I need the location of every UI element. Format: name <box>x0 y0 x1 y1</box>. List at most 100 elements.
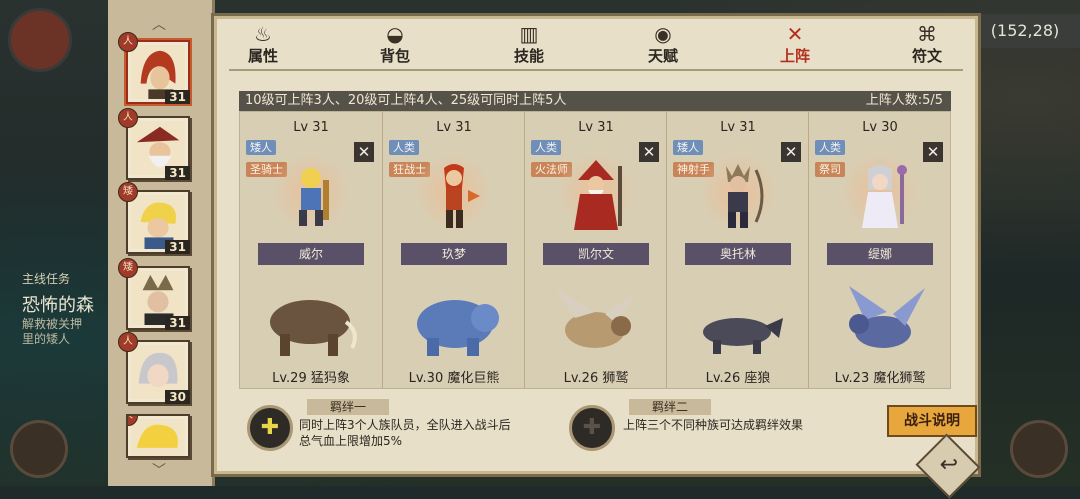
tab-lineup[interactable]: ✕ 上阵 <box>755 23 835 67</box>
hero-figure-paladin <box>299 168 329 226</box>
lineup-slot-2[interactable]: Lv 31 人类 狂战士 玖梦 Lv.30 魔化巨熊 <box>382 112 525 388</box>
slot-level: Lv 31 <box>436 120 472 135</box>
battle-info-button[interactable]: 战斗说明 <box>887 405 977 437</box>
hero-figure-fire-mage <box>574 160 622 230</box>
crossed-swords-icon: ✕ <box>786 22 804 46</box>
map-coordinates: (152,28) <box>970 14 1080 48</box>
race-badge-icon: 人 <box>118 108 138 128</box>
tab-label: 上阵 <box>779 47 810 65</box>
return-arrow-icon: ↩ <box>939 452 958 478</box>
bond-active-icon[interactable]: ✚ <box>247 405 293 451</box>
hero-level: 31 <box>165 166 190 180</box>
race-badge-icon: 矮 <box>118 258 138 278</box>
bond-desc: 同时上阵3个人族队员，全队进入战斗后 总气血上限增加5% <box>299 417 511 449</box>
hero-figure-priest <box>862 165 907 228</box>
race-tag: 人类 <box>389 140 419 155</box>
bond-title: 羁绊二 <box>629 399 711 415</box>
hero-name-banner: 奥托林 <box>685 243 791 265</box>
slot-level: Lv 31 <box>720 120 756 135</box>
hero-level: 31 <box>165 316 190 330</box>
hero-card-4[interactable]: 矮 31 <box>118 258 190 330</box>
bond-desc-line: 上阵三个不同种族可达成羁绊效果 <box>623 418 804 432</box>
bond-desc: 上阵三个不同种族可达成羁绊效果 <box>623 417 803 433</box>
hero-level: 30 <box>165 390 190 404</box>
bond-desc-line: 总气血上限增加5% <box>299 434 403 448</box>
pet-figure-mammoth <box>270 300 357 356</box>
bond-section: ✚ 羁绊一 同时上阵3个人族队员，全队进入战斗后 总气血上限增加5% ✚ 羁绊二… <box>239 397 977 461</box>
slot-level: Lv 31 <box>293 120 329 135</box>
remove-hero-button[interactable]: ✕ <box>639 142 659 162</box>
race-tag: 人类 <box>815 140 845 155</box>
tab-attributes[interactable]: ♨ 属性 <box>223 23 303 67</box>
pet-figure-griffin <box>555 288 637 348</box>
tab-label: 背包 <box>379 47 410 65</box>
lineup-rule-bar: 10级可上阵3人、20级可上阵4人、25级可同时上阵5人 上阵人数:5/5 <box>239 91 951 111</box>
player-avatar[interactable] <box>8 8 72 72</box>
lineup-slot-1[interactable]: Lv 31 矮人 圣骑士 ✕ 威尔 Lv.29 猛犸象 <box>240 112 382 388</box>
remove-hero-button[interactable]: ✕ <box>781 142 801 162</box>
lineup-slot-3[interactable]: Lv 31 人类 火法师 ✕ 凯尔文 Lv.26 狮鹫 <box>524 112 667 388</box>
hero-card-3[interactable]: 矮 31 <box>118 182 190 254</box>
remove-hero-button[interactable]: ✕ <box>923 142 943 162</box>
slot-level: Lv 31 <box>578 120 614 135</box>
hero-card-5[interactable]: 人 30 <box>118 332 190 404</box>
class-tag: 祭司 <box>815 162 845 177</box>
race-tag: 矮人 <box>246 140 276 155</box>
slot-level: Lv 30 <box>862 120 898 135</box>
bottom-right-button[interactable] <box>1010 420 1068 478</box>
bond-desc-line: 同时上阵3个人族队员，全队进入战斗后 <box>299 418 511 432</box>
lineup-panel: ♨ 属性 ◒ 背包 ▥ 技能 ◉ 天赋 ✕ 上阵 ⌘ 符文 10级可上阵3人、2… <box>214 16 978 474</box>
bond-inactive-icon[interactable]: ✚ <box>569 405 615 451</box>
hero-figure-berserker <box>444 164 480 228</box>
race-badge-icon: 人 <box>118 32 138 52</box>
quest-title: 主线任务 <box>22 272 71 286</box>
pet-figure-corrupted-griffin <box>849 286 925 348</box>
main-quest[interactable]: 主线任务 恐怖的森 解救被关押 里的矮人 <box>22 270 112 347</box>
hero-list: ︿ ﹀ 人 31 人 31 矮 31 矮 31 人 30 <box>108 0 215 486</box>
pet-name: Lv.26 狮鹫 <box>563 371 629 386</box>
lineup-rule-text: 10级可上阵3人、20级可上阵4人、25级可同时上阵5人 <box>245 93 567 108</box>
hero-level: 31 <box>165 240 190 254</box>
hero-name-banner: 威尔 <box>258 243 364 265</box>
remove-hero-button[interactable]: ✕ <box>354 142 374 162</box>
eye-icon: ◉ <box>654 22 672 46</box>
lineup-count: 上阵人数:5/5 <box>865 93 943 108</box>
hero-name-banner: 玖梦 <box>401 243 507 265</box>
bond-title: 羁绊一 <box>307 399 389 415</box>
pet-name: Lv.30 魔化巨熊 <box>408 371 500 386</box>
scroll-down-icon[interactable]: ﹀ <box>144 460 174 479</box>
race-tag: 人类 <box>531 140 561 155</box>
pet-name: Lv.26 座狼 <box>705 371 771 386</box>
hero-card-2[interactable]: 人 31 <box>118 108 190 180</box>
race-tag: 矮人 <box>673 140 703 155</box>
tab-bar: ♨ 属性 ◒ 背包 ▥ 技能 ◉ 天赋 ✕ 上阵 ⌘ 符文 <box>217 19 975 69</box>
rune-icon: ⌘ <box>917 22 937 46</box>
lineup-slot-5[interactable]: Lv 30 人类 祭司 ✕ 缇娜 Lv.23 魔化狮鹫 <box>808 112 951 388</box>
lineup-slot-4[interactable]: Lv 31 矮人 神射手 ✕ 奥托林 Lv.26 座狼 <box>666 112 809 388</box>
tab-label: 技能 <box>513 47 544 65</box>
hero-card-6[interactable]: 人 <box>126 414 190 458</box>
tab-skills[interactable]: ▥ 技能 <box>489 23 569 67</box>
tab-runes[interactable]: ⌘ 符文 <box>887 23 967 67</box>
hero-name-banner: 缇娜 <box>827 243 933 265</box>
hero-portrait-blond-2 <box>131 419 185 456</box>
hero-level: 31 <box>165 90 190 104</box>
bag-icon: ◒ <box>386 22 404 46</box>
scroll-up-icon[interactable]: ︿ <box>144 14 174 33</box>
tab-label: 属性 <box>247 47 278 65</box>
race-badge-icon: 人 <box>118 332 138 352</box>
hero-card-1[interactable]: 人 31 <box>118 32 190 104</box>
tab-label: 天赋 <box>647 47 678 65</box>
tab-divider <box>229 69 963 71</box>
book-icon: ▥ <box>519 22 539 46</box>
tab-talent[interactable]: ◉ 天赋 <box>623 23 703 67</box>
bottom-left-button[interactable] <box>10 420 68 478</box>
hero-name-banner: 凯尔文 <box>543 243 649 265</box>
race-badge-icon: 矮 <box>118 182 138 202</box>
quest-desc: 解救被关押 里的矮人 <box>22 317 83 346</box>
pet-name: Lv.23 魔化狮鹫 <box>834 371 926 386</box>
pet-figure-warg <box>703 318 783 354</box>
tab-bag[interactable]: ◒ 背包 <box>355 23 435 67</box>
hero-figure-archer <box>726 164 764 228</box>
pet-name: Lv.29 猛犸象 <box>272 371 350 386</box>
